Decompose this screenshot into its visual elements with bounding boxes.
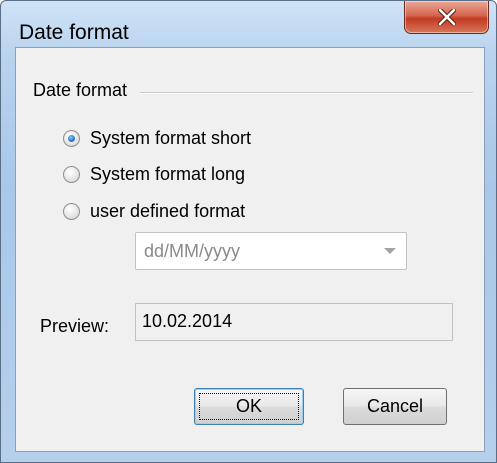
radio-button[interactable] [63,165,80,183]
radio-button[interactable] [63,202,80,220]
cancel-button[interactable]: Cancel [343,388,447,425]
group-box-label: Date format [33,80,134,101]
date-format-dialog: Date format Date format System format sh… [0,0,497,463]
user-format-combobox[interactable]: dd/MM/yyyy [135,232,407,270]
ok-button[interactable]: OK [194,388,304,425]
window-title: Date format [19,21,129,44]
title-bar[interactable]: Date format [1,1,496,47]
dialog-client-area: Date format System format short System f… [15,47,485,452]
radio-user-defined-format[interactable]: user defined format [63,198,245,224]
preview-value: 10.02.2014 [142,311,233,331]
radio-system-format-short[interactable]: System format short [63,125,251,151]
cancel-button-label: Cancel [366,396,424,416]
combobox-value: dd/MM/yyyy [144,241,241,261]
chevron-down-icon[interactable] [384,248,396,254]
radio-label: System format short [90,127,252,148]
radio-label: user defined format [90,200,246,221]
ok-button-label: OK [235,396,262,416]
preview-field: 10.02.2014 [135,303,453,341]
group-box-divider [140,92,473,94]
radio-label: System format long [90,163,246,184]
radio-button-checked[interactable] [63,129,80,147]
preview-label: Preview: [40,316,110,336]
close-button[interactable] [404,1,489,34]
radio-system-format-long[interactable]: System format long [63,161,245,187]
close-x-icon [438,9,456,25]
